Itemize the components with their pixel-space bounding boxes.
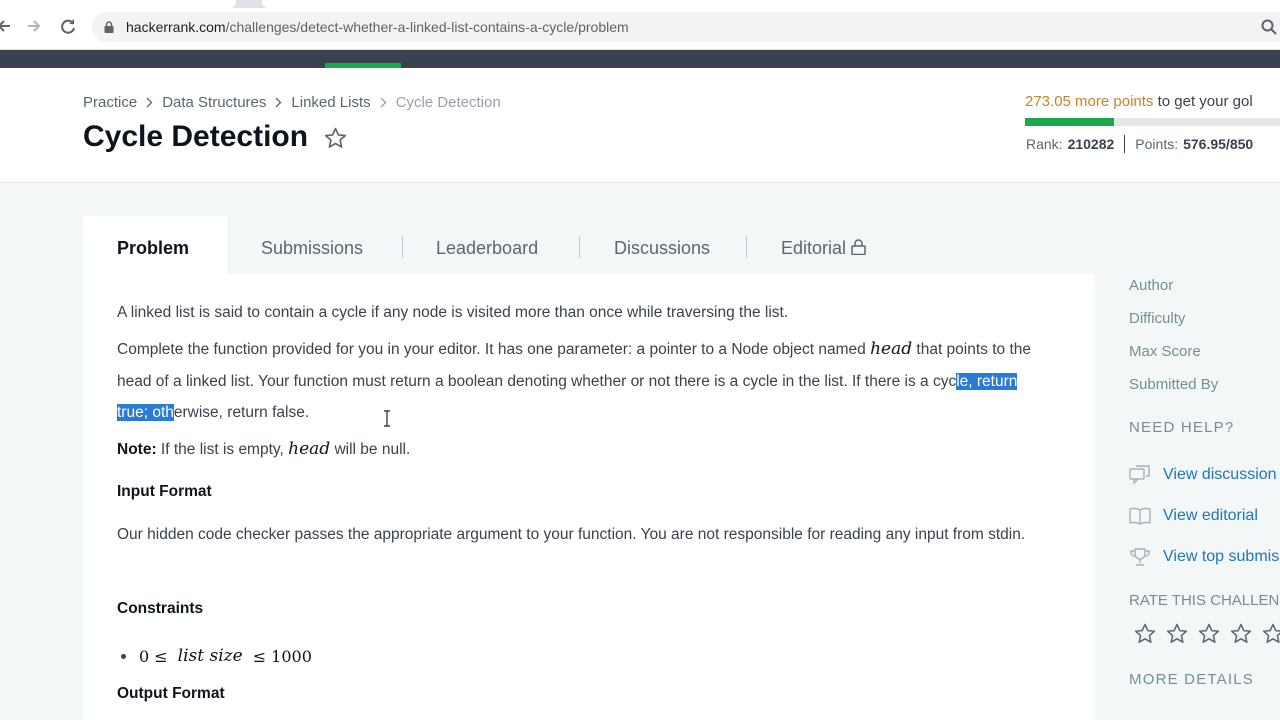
math-head: head <box>870 339 913 359</box>
tab-divider <box>402 236 403 258</box>
chevron-right-icon <box>146 97 153 108</box>
browser-tab[interactable] <box>262 0 1280 8</box>
input-format-text: Our hidden code checker passes the appro… <box>117 526 1026 543</box>
tab-label: Discussions <box>614 238 711 258</box>
need-help-heading: NEED HELP? <box>1129 419 1235 436</box>
site-navbar <box>0 50 1280 68</box>
tab-label: Leaderboard <box>436 238 539 258</box>
problem-description: Complete the function provided for you i… <box>117 334 1047 429</box>
link-label: View top submis <box>1163 548 1280 565</box>
note-text: If the list is empty, <box>156 441 289 458</box>
browser-toolbar: hackerrank.com/challenges/detect-whether… <box>0 0 1280 50</box>
star-outline-icon[interactable] <box>1197 622 1221 646</box>
challenge-header: Practice Data Structures Linked Lists Cy… <box>0 68 1280 183</box>
constraints-heading: Constraints <box>117 600 204 617</box>
tab-editorial[interactable]: Editorial <box>781 216 866 274</box>
problem-statement: A linked list is said to contain a cycle… <box>83 274 1095 720</box>
trophy-icon <box>1130 548 1150 566</box>
points-progress-bar <box>1025 118 1280 126</box>
book-icon <box>1129 507 1151 525</box>
more-details-heading: MORE DETAILS <box>1129 671 1254 688</box>
input-format-heading: Input Format <box>117 483 212 500</box>
star-outline-icon[interactable] <box>1133 622 1157 646</box>
tab-label: Submissions <box>261 238 364 258</box>
view-discussions-link[interactable]: View discussion <box>1129 463 1277 487</box>
tab-submissions[interactable]: Submissions <box>261 216 363 274</box>
points-progress-fill <box>1025 118 1115 126</box>
text-cursor-icon <box>384 410 390 427</box>
desc-text: erwise, return false. <box>173 404 310 421</box>
star-outline-icon[interactable] <box>1261 622 1280 646</box>
bullet-dot <box>121 653 126 659</box>
breadcrumb-linked-lists[interactable]: Linked Lists <box>291 94 370 111</box>
constraint-variable: list size <box>177 646 243 666</box>
constraint-lower: 0 ≤ <box>139 646 168 666</box>
tab-divider <box>579 236 580 258</box>
browser-tabstrip <box>0 0 1280 8</box>
points-needed: 273.05 more points <box>1025 93 1154 110</box>
rate-challenge-heading: RATE THIS CHALLENG <box>1129 592 1280 609</box>
tab-label: Problem <box>117 238 190 258</box>
note-text: will be null. <box>330 441 411 458</box>
meta-author: Author <box>1129 277 1174 294</box>
tab-leaderboard[interactable]: Leaderboard <box>436 216 538 274</box>
browser-tab-active[interactable] <box>0 0 236 8</box>
breadcrumb-practice[interactable]: Practice <box>83 94 137 111</box>
lock-icon[interactable] <box>104 21 114 33</box>
rating-stars <box>1133 622 1280 646</box>
meta-max-score: Max Score <box>1129 343 1201 360</box>
tab-divider <box>746 236 747 258</box>
chevron-right-icon <box>275 97 282 108</box>
forward-arrow-icon[interactable] <box>24 16 44 36</box>
points-value: 576.95/850 <box>1183 136 1254 152</box>
output-format-heading: Output Format <box>117 685 225 702</box>
discussion-icon <box>1129 465 1150 485</box>
divider <box>1124 135 1126 153</box>
tab-problem[interactable]: Problem <box>83 216 227 274</box>
address-bar[interactable]: hackerrank.com/challenges/detect-whether… <box>92 12 1280 42</box>
rank-label: Rank: <box>1026 136 1063 152</box>
math-head: head <box>288 439 331 459</box>
breadcrumb-current: Cycle Detection <box>395 94 501 111</box>
rank-points: Rank: 210282 Points: 576.95/850 <box>1026 135 1253 153</box>
tab-label: Editorial <box>781 238 847 258</box>
breadcrumb-data-structures[interactable]: Data Structures <box>162 94 266 111</box>
view-top-submissions-link[interactable]: View top submis <box>1129 545 1279 569</box>
reload-icon[interactable] <box>58 16 78 36</box>
page-title: Cycle Detection <box>83 120 309 153</box>
lock-icon <box>851 239 866 255</box>
star-outline-icon[interactable] <box>1165 622 1189 646</box>
points-to-next-badge: 273.05 more points to get your gol <box>1025 93 1253 110</box>
constraint-upper: ≤ 1000 <box>252 646 312 666</box>
url-path: /challenges/detect-whether-a-linked-list… <box>225 19 629 35</box>
tab-discussions[interactable]: Discussions <box>614 216 710 274</box>
rank-value: 210282 <box>1067 136 1115 152</box>
meta-difficulty: Difficulty <box>1129 310 1186 327</box>
link-label: View discussion <box>1163 466 1277 483</box>
url-text[interactable]: hackerrank.com/challenges/detect-whether… <box>126 19 629 35</box>
link-label: View editorial <box>1163 507 1258 524</box>
challenge-sidebar: Author Difficulty Max Score Submitted By… <box>1129 274 1280 720</box>
meta-submitted-by: Submitted By <box>1129 376 1219 393</box>
problem-note: Note: If the list is empty, head will be… <box>117 434 1047 466</box>
constraint-item: 0 ≤ list size ≤ 1000 <box>121 646 312 666</box>
chevron-right-icon <box>380 97 387 108</box>
problem-intro: A linked list is said to contain a cycle… <box>117 304 789 321</box>
breadcrumb: Practice Data Structures Linked Lists Cy… <box>83 94 501 111</box>
desc-text: Complete the function provided for you i… <box>117 341 871 358</box>
challenge-tabs: Problem Submissions Leaderboard Discussi… <box>83 216 1095 274</box>
star-outline-icon[interactable] <box>323 126 348 151</box>
star-outline-icon[interactable] <box>1229 622 1253 646</box>
magnifier-icon[interactable] <box>1260 18 1278 36</box>
url-domain: hackerrank.com <box>126 19 226 35</box>
points-suffix: to get your gol <box>1153 93 1253 110</box>
back-arrow-icon[interactable] <box>0 16 14 36</box>
points-label: Points: <box>1135 136 1179 152</box>
view-editorial-link[interactable]: View editorial <box>1129 504 1258 528</box>
note-label: Note: <box>117 441 157 458</box>
